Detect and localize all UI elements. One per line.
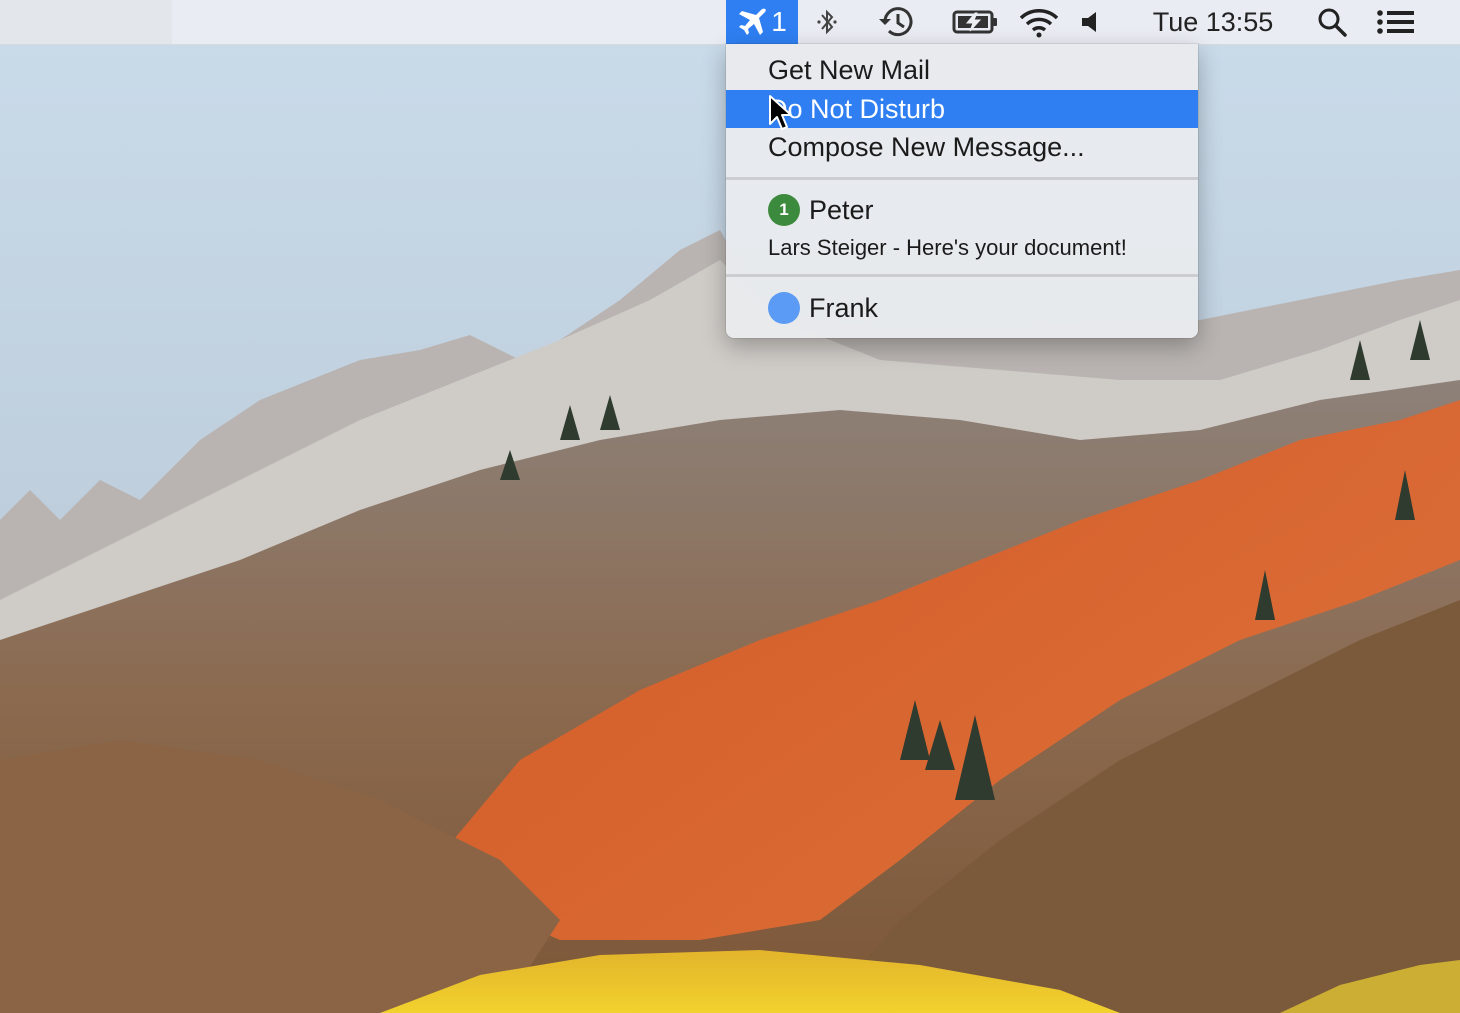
desktop: 1 Tue 13:55 Get New Mail Do Not Disturb … [0,0,1460,1013]
unread-count-badge: 1 [768,194,800,226]
menu-bar-left-region [0,0,172,44]
message-preview[interactable]: Lars Steiger - Here's your document! [768,235,1188,261]
contact-name: Frank [809,292,879,323]
time-machine-icon[interactable] [874,0,920,44]
spotlight-search-icon[interactable] [1312,0,1352,44]
menu-bar: 1 Tue 13:55 [0,0,1460,45]
mail-menu-extra[interactable]: 1 [726,0,798,44]
mail-unread-count: 1 [771,6,787,37]
menu-item-compose-new-message[interactable]: Compose New Message... [726,128,1198,166]
menu-item-label: Compose New Message... [768,131,1085,162]
mouse-pointer-icon [769,95,792,130]
menu-item-label: Do Not Disturb [768,93,946,124]
menu-item-do-not-disturb[interactable]: Do Not Disturb [726,90,1198,128]
menu-bar-clock[interactable]: Tue 13:55 [1140,0,1286,44]
notification-center-icon[interactable] [1372,0,1420,44]
volume-icon[interactable] [1076,0,1106,44]
menu-separator [726,177,1198,180]
contact-row-peter[interactable]: 1 Peter [726,190,1198,230]
contact-row-frank[interactable]: Frank [726,288,1198,328]
airplane-icon [739,8,766,35]
mail-status-dropdown-menu: Get New Mail Do Not Disturb Compose New … [726,44,1198,338]
wifi-icon[interactable] [1016,0,1062,44]
battery-charging-icon[interactable] [950,0,1002,44]
bluetooth-icon[interactable] [808,0,846,44]
contact-name: Peter [809,194,874,225]
contact-status-dot [768,292,800,324]
menu-item-label: Get New Mail [768,54,931,85]
menu-item-get-new-mail[interactable]: Get New Mail [726,51,1198,89]
menu-separator [726,274,1198,277]
